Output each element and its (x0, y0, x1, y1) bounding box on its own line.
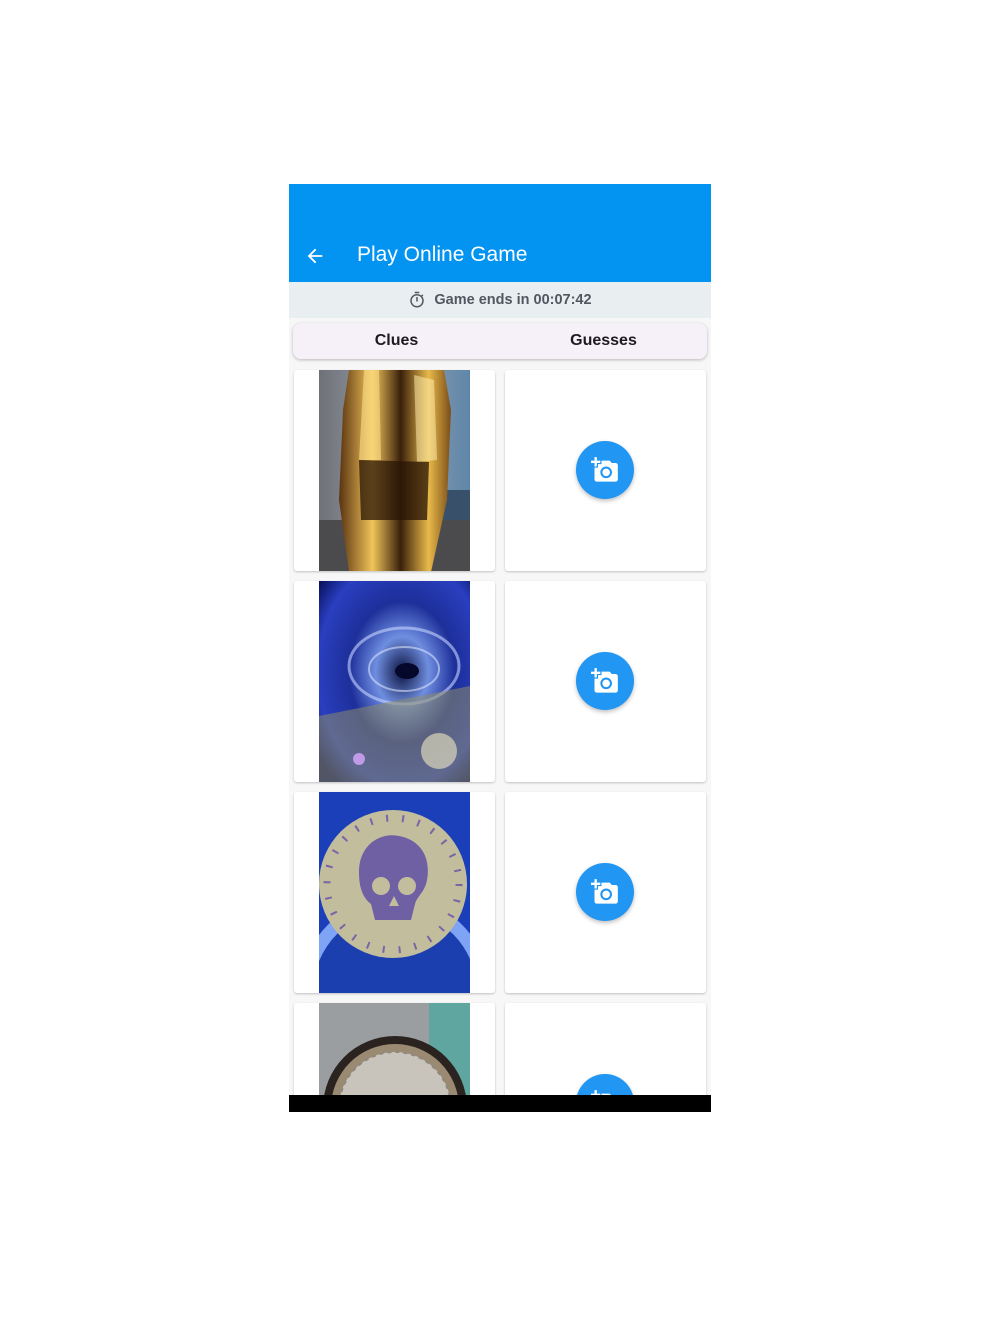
clue-card[interactable] (294, 1003, 495, 1095)
tab-clues[interactable]: Clues (293, 323, 500, 359)
clue-card[interactable] (294, 792, 495, 993)
tab-guesses[interactable]: Guesses (500, 323, 707, 359)
app-bar: Play Online Game (289, 184, 711, 282)
grid-row (289, 366, 711, 571)
guess-card (505, 792, 706, 993)
guess-card (505, 1003, 706, 1095)
add-photo-button[interactable] (576, 863, 634, 921)
guess-card (505, 581, 706, 782)
system-navigation-bar (289, 1095, 711, 1112)
back-button[interactable] (301, 242, 329, 270)
add-photo-camera-icon (591, 668, 618, 693)
stopwatch-icon (408, 291, 426, 309)
game-timer-banner: Game ends in 00:07:42 (289, 282, 711, 318)
add-photo-camera-icon (591, 879, 618, 904)
timer-text: Game ends in 00:07:42 (434, 292, 592, 308)
grid-row (289, 788, 711, 993)
arrow-back-icon (307, 248, 323, 264)
clue-image-headlight (319, 1003, 470, 1095)
tab-bar: Clues Guesses (293, 323, 707, 359)
add-photo-button[interactable] (576, 1074, 634, 1095)
clue-image-skull-coin (319, 792, 470, 993)
grid-row (289, 999, 711, 1095)
add-photo-button[interactable] (576, 441, 634, 499)
clue-card[interactable] (294, 370, 495, 571)
app-screen: Play Online Game Game ends in 00:07:42 C… (289, 184, 711, 1112)
guess-card (505, 370, 706, 571)
add-photo-camera-icon (591, 457, 618, 482)
page-title: Play Online Game (357, 243, 528, 266)
clue-card[interactable] (294, 581, 495, 782)
add-photo-button[interactable] (576, 652, 634, 710)
clue-image-vase (319, 370, 470, 571)
clue-image-galaxy (319, 581, 470, 782)
grid-row (289, 577, 711, 782)
clue-guess-grid[interactable] (289, 366, 711, 1095)
